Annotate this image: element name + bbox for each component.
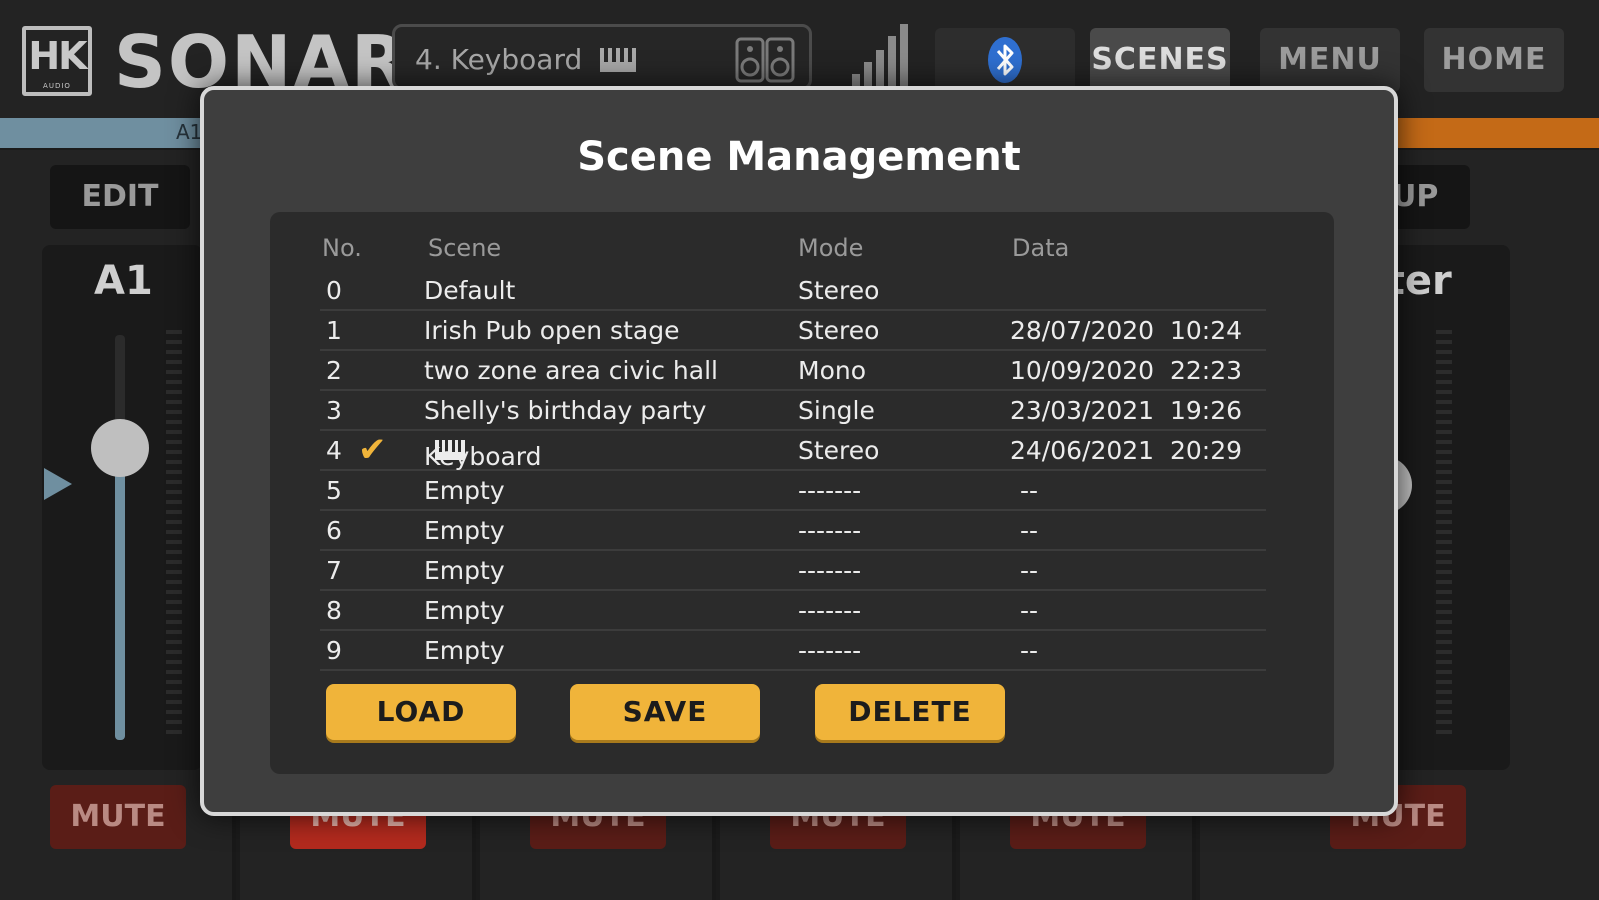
column-header-data: Data <box>1012 234 1070 262</box>
load-button[interactable]: LOAD <box>326 684 516 740</box>
current-scene-display[interactable]: 4. Keyboard <box>392 24 812 90</box>
column-header-no: No. <box>322 234 362 262</box>
scene-number: 8 <box>326 596 342 625</box>
scene-number: 5 <box>326 476 342 505</box>
level-meter <box>1436 330 1452 740</box>
scene-number: 0 <box>326 276 342 305</box>
scene-number: 7 <box>326 556 342 585</box>
scene-date: -- <box>1020 596 1039 625</box>
scene-row[interactable]: 7 Empty ------- -- <box>320 550 1266 591</box>
scene-row[interactable]: 0 Default Stereo <box>320 270 1266 311</box>
dialog-title: Scene Management <box>577 134 1021 180</box>
bluetooth-button[interactable] <box>935 28 1075 92</box>
edit-button[interactable]: EDIT <box>50 165 190 229</box>
save-button[interactable]: SAVE <box>570 684 760 740</box>
scene-mode: ------- <box>798 476 862 505</box>
scene-number: 2 <box>326 356 342 385</box>
scene-management-dialog: Scene Management No. Scene Mode Data 0 D… <box>200 86 1398 816</box>
group-a-stripe: A1 <box>0 118 230 148</box>
scene-row[interactable]: 1 Irish Pub open stage Stereo 28/07/2020… <box>320 310 1266 351</box>
scene-time: 10:24 <box>1170 316 1243 345</box>
scenes-button[interactable]: SCENES <box>1090 28 1230 92</box>
bluetooth-icon <box>988 37 1022 83</box>
signal-strength-icon <box>852 24 908 86</box>
scene-mode: Stereo <box>798 276 880 305</box>
scene-number: 3 <box>326 396 342 425</box>
scene-number: 4 <box>326 436 342 465</box>
scene-date: -- <box>1020 636 1039 665</box>
table-header: No. Scene Mode Data <box>270 226 1334 266</box>
scene-row[interactable]: 3 Shelly's birthday party Single 23/03/2… <box>320 390 1266 431</box>
scene-date: 23/03/2021 <box>1010 396 1155 425</box>
scene-name-with-icon: Keyboard <box>424 436 542 471</box>
keyboard-icon <box>600 48 637 72</box>
menu-button[interactable]: MENU <box>1260 28 1400 92</box>
scene-mode: Stereo <box>798 316 880 345</box>
scene-date: -- <box>1020 476 1039 505</box>
delete-button[interactable]: DELETE <box>815 684 1005 740</box>
scene-number: 6 <box>326 516 342 545</box>
scene-date: 28/07/2020 <box>1010 316 1155 345</box>
scene-name: Shelly's birthday party <box>424 396 707 425</box>
scene-row-selected[interactable]: 4 ✔ Keyboard Stereo 24/06/2021 20:29 <box>320 430 1266 471</box>
scene-mode: ------- <box>798 556 862 585</box>
scene-row[interactable]: 2 two zone area civic hall Mono 10/09/20… <box>320 350 1266 391</box>
scene-time: 19:26 <box>1170 396 1243 425</box>
fader-level <box>115 448 125 740</box>
scene-number: 9 <box>326 636 342 665</box>
channel-label: A1 <box>94 258 153 304</box>
scene-name: Empty <box>424 476 505 505</box>
scene-table: No. Scene Mode Data 0 Default Stereo 1 I… <box>270 212 1334 774</box>
scene-row[interactable]: 8 Empty ------- -- <box>320 590 1266 631</box>
scene-date: 10/09/2020 <box>1010 356 1155 385</box>
column-header-scene: Scene <box>428 234 502 262</box>
scene-name: Empty <box>424 516 505 545</box>
scene-name: Default <box>424 276 516 305</box>
scene-date: -- <box>1020 556 1039 585</box>
scene-row[interactable]: 5 Empty ------- -- <box>320 470 1266 511</box>
mute-button[interactable]: MUTE <box>50 785 186 849</box>
channel-marker-icon <box>44 468 72 500</box>
master-stripe <box>1370 118 1599 148</box>
scene-date: -- <box>1020 516 1039 545</box>
current-scene-label: 4. Keyboard <box>415 43 637 76</box>
logo-subtext: AUDIO <box>43 82 71 90</box>
scene-date: 24/06/2021 <box>1010 436 1155 465</box>
checkmark-icon: ✔ <box>358 430 387 470</box>
scene-mode: ------- <box>798 636 862 665</box>
scene-name: Keyboard <box>424 442 542 471</box>
scene-mode: Mono <box>798 356 867 385</box>
scene-name: Empty <box>424 596 505 625</box>
home-button[interactable]: HOME <box>1424 28 1564 92</box>
scene-name: two zone area civic hall <box>424 356 718 385</box>
logo-text: HK <box>28 34 87 78</box>
scene-number: 1 <box>326 316 342 345</box>
speakers-icon <box>735 37 795 83</box>
scene-time: 20:29 <box>1170 436 1243 465</box>
scene-row[interactable]: 9 Empty ------- -- <box>320 630 1266 671</box>
scene-row[interactable]: 6 Empty ------- -- <box>320 510 1266 551</box>
scene-mode: Stereo <box>798 436 880 465</box>
group-label: A1 <box>176 120 203 144</box>
fader-track[interactable] <box>115 335 125 740</box>
scene-time: 22:23 <box>1170 356 1243 385</box>
scene-mode: ------- <box>798 516 862 545</box>
scene-name: Irish Pub open stage <box>424 316 680 345</box>
column-header-mode: Mode <box>798 234 864 262</box>
scene-name: Empty <box>424 636 505 665</box>
scene-name: Empty <box>424 556 505 585</box>
scene-mode: ------- <box>798 596 862 625</box>
hk-logo: HK AUDIO <box>22 26 92 96</box>
level-meter <box>166 330 182 740</box>
scene-mode: Single <box>798 396 875 425</box>
fader-knob[interactable] <box>91 419 149 478</box>
